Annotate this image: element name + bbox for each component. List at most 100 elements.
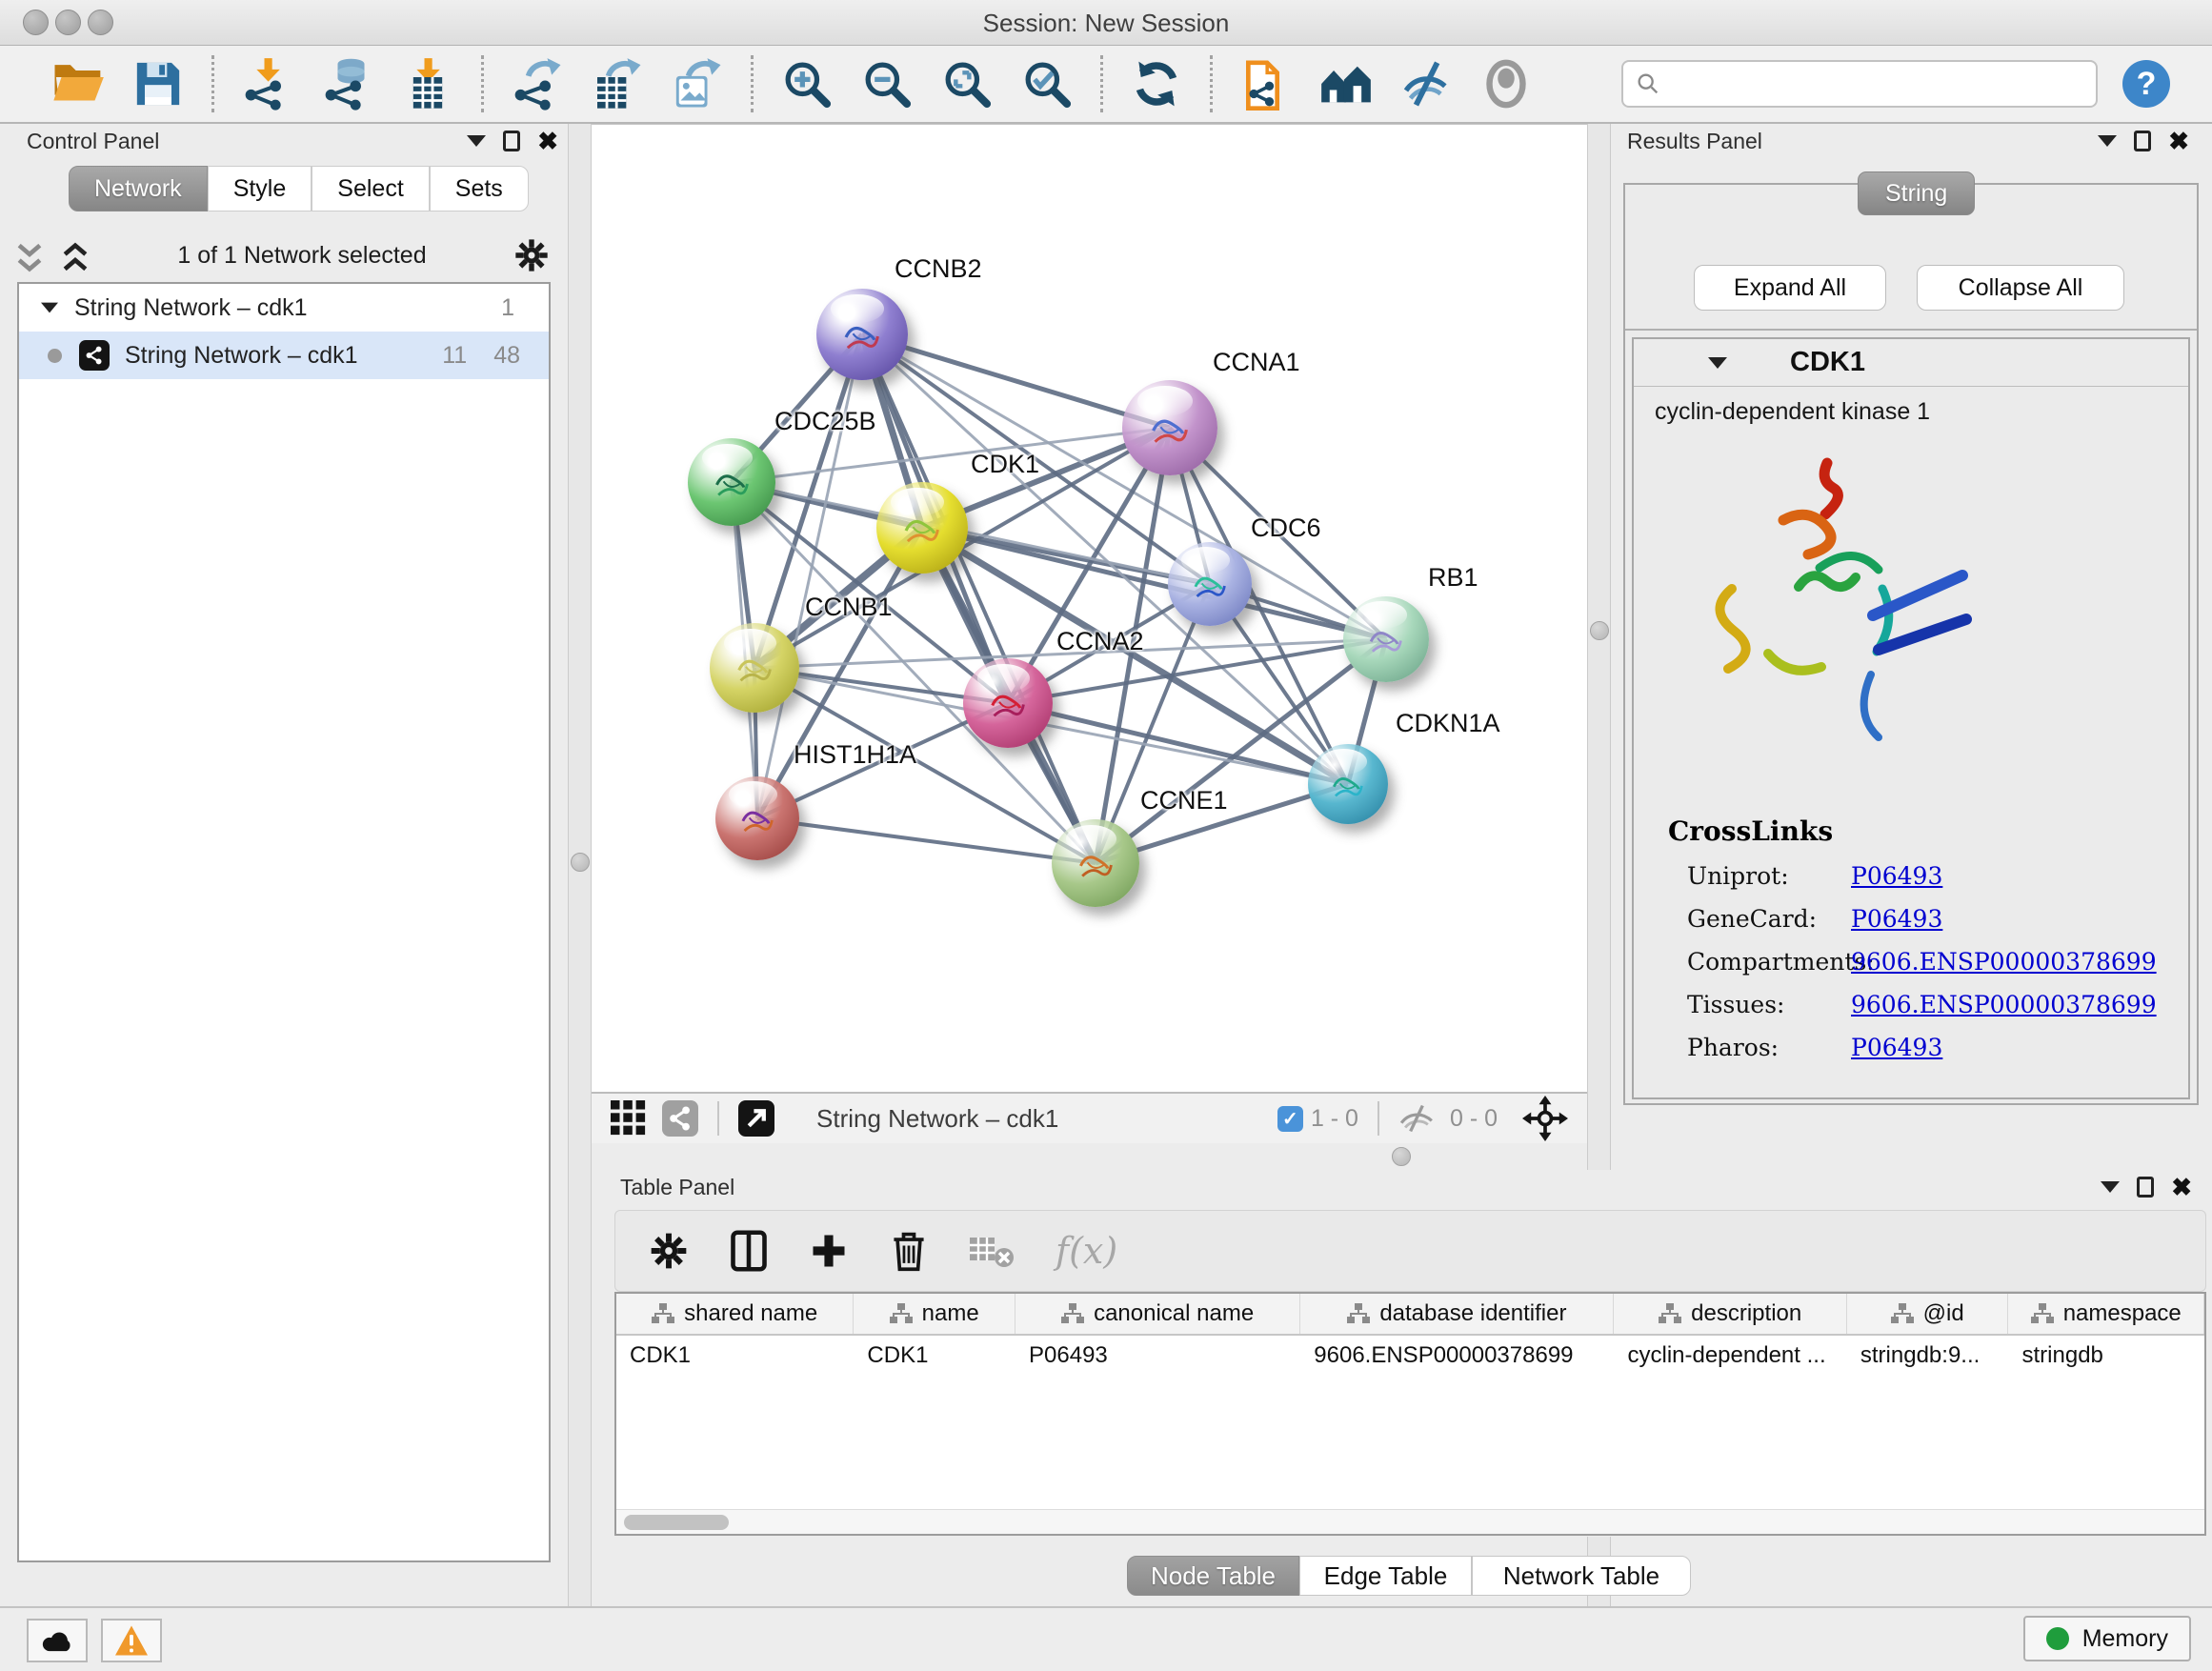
node-entry-header[interactable]: CDK1	[1634, 339, 2188, 387]
column-header-canonical-name[interactable]: canonical name	[1016, 1294, 1300, 1334]
import-network-database-icon[interactable]	[321, 57, 374, 111]
warnings-button[interactable]	[101, 1619, 162, 1662]
crosslink-link[interactable]: 9606.ENSP00000378699	[1851, 948, 2157, 976]
collapse-panel-icon[interactable]	[467, 135, 486, 147]
network-node-CDC25B[interactable]	[688, 438, 775, 526]
network-node-CDC6[interactable]	[1168, 542, 1252, 626]
table-tabs: Node TableEdge TableNetwork Table	[0, 1556, 2212, 1596]
float-results-icon[interactable]	[2134, 131, 2151, 151]
network-options-gear-icon[interactable]	[513, 236, 551, 274]
crosslink-link[interactable]: P06493	[1851, 1034, 1942, 1061]
tab-network-table[interactable]: Network Table	[1472, 1556, 1691, 1596]
string-eye-settings-icon[interactable]	[1399, 57, 1453, 111]
column-header-shared-name[interactable]: shared name	[616, 1294, 854, 1334]
close-table-icon[interactable]: ✖	[2171, 1175, 2192, 1199]
network-node-CCNB2[interactable]	[816, 289, 908, 380]
left-splitter-handle[interactable]	[571, 853, 590, 872]
birds-eye-view-icon[interactable]	[611, 1100, 647, 1137]
zoom-fit-icon[interactable]	[940, 57, 994, 111]
network-node-CDK1[interactable]	[876, 482, 968, 574]
close-results-icon[interactable]: ✖	[2168, 129, 2189, 153]
table-toolbar: f(x)	[614, 1210, 2206, 1292]
left-splitter[interactable]	[568, 124, 592, 1606]
table-horizontal-scrollbar[interactable]	[616, 1509, 2204, 1534]
tab-edge-table[interactable]: Edge Table	[1299, 1556, 1472, 1596]
tab-node-table[interactable]: Node Table	[1127, 1556, 1299, 1596]
horizontal-splitter-handle[interactable]	[1392, 1147, 1411, 1166]
collapse-all-button[interactable]: Collapse All	[1917, 265, 2124, 311]
network-node-CCNA1[interactable]	[1122, 380, 1217, 475]
collapse-table-icon[interactable]	[2101, 1181, 2120, 1193]
network-collection-row[interactable]: String Network – cdk1 1	[19, 284, 549, 332]
tab-style[interactable]: Style	[208, 166, 312, 211]
entry-expand-icon[interactable]	[1708, 357, 1727, 369]
refresh-icon[interactable]	[1130, 57, 1183, 111]
network-node-HIST1H1A[interactable]	[715, 776, 799, 860]
tab-network[interactable]: Network	[69, 166, 208, 211]
column-header-database-identifier[interactable]: database identifier	[1300, 1294, 1614, 1334]
column-header-namespace[interactable]: namespace	[2008, 1294, 2204, 1334]
control-panel-title: Control Panel	[27, 129, 159, 154]
string-sites-icon[interactable]	[1319, 57, 1373, 111]
network-row-selected[interactable]: String Network – cdk1 11 48	[19, 332, 549, 379]
table-cell: stringdb	[2009, 1336, 2205, 1376]
open-session-icon[interactable]	[51, 57, 105, 111]
export-table-icon[interactable]	[591, 57, 644, 111]
delete-column-icon[interactable]	[888, 1230, 930, 1272]
column-header-description[interactable]: description	[1614, 1294, 1846, 1334]
main-toolbar: ?	[0, 46, 2212, 124]
expand-all-button[interactable]: Expand All	[1694, 265, 1886, 311]
search-box[interactable]	[1621, 60, 2098, 108]
network-overview-share-icon[interactable]	[662, 1100, 698, 1137]
collection-expand-icon[interactable]	[41, 303, 58, 313]
fit-content-crosshair-icon[interactable]	[1522, 1096, 1568, 1141]
cytoscape-window: Session: New Session ? Control Panel ✖ N…	[0, 0, 2212, 1671]
network-node-CCNB1[interactable]	[710, 623, 799, 713]
memory-button[interactable]: Memory	[2023, 1616, 2191, 1661]
tab-sets[interactable]: Sets	[430, 166, 529, 211]
crosslink-row: GeneCard: P06493	[1687, 905, 2188, 933]
zoom-out-icon[interactable]	[860, 57, 914, 111]
results-panel: Results Panel ✖ String Expand All Collap…	[1612, 124, 2212, 1168]
network-canvas[interactable]: CCNB2 CCNA1 CDC25B CDK1 CDC6 RB1	[592, 124, 1587, 1092]
right-splitter-handle[interactable]	[1590, 621, 1609, 640]
cloud-sync-button[interactable]	[27, 1619, 88, 1662]
selected-checkbox-icon[interactable]: ✓	[1277, 1106, 1303, 1132]
crosslink-link[interactable]: 9606.ENSP00000378699	[1851, 991, 2157, 1018]
collapse-results-icon[interactable]	[2098, 135, 2117, 147]
zoom-in-icon[interactable]	[780, 57, 834, 111]
string-hide-results-icon[interactable]	[1479, 57, 1533, 111]
network-tree: String Network – cdk1 1 String Network –…	[17, 282, 551, 1562]
crosslink-label: GeneCard:	[1687, 905, 1851, 933]
tab-string[interactable]: String	[1858, 171, 1975, 215]
table-settings-gear-icon[interactable]	[648, 1230, 690, 1272]
string-document-icon[interactable]	[1239, 57, 1293, 111]
crosslink-link[interactable]: P06493	[1851, 862, 1942, 890]
network-node-CCNE1[interactable]	[1052, 819, 1139, 907]
export-view-icon[interactable]	[738, 1100, 774, 1137]
scrollbar-thumb[interactable]	[624, 1515, 729, 1530]
float-panel-icon[interactable]	[503, 131, 520, 151]
export-network-icon[interactable]	[511, 57, 564, 111]
float-table-icon[interactable]	[2137, 1177, 2154, 1198]
network-node-CDKN1A[interactable]	[1308, 744, 1388, 824]
import-network-file-icon[interactable]	[241, 57, 294, 111]
import-table-icon[interactable]	[401, 57, 454, 111]
add-column-icon[interactable]	[808, 1230, 850, 1272]
zoom-selected-icon[interactable]	[1020, 57, 1074, 111]
search-input[interactable]	[1669, 70, 2084, 98]
crosslink-link[interactable]: P06493	[1851, 905, 1942, 933]
column-header-@id[interactable]: @id	[1847, 1294, 2009, 1334]
network-node-RB1[interactable]	[1343, 596, 1429, 682]
column-header-name[interactable]: name	[854, 1294, 1016, 1334]
expand-all-networks-icon[interactable]	[59, 241, 91, 270]
table-row[interactable]: CDK1CDK1P064939606.ENSP00000378699cyclin…	[616, 1336, 2204, 1376]
export-image-icon[interactable]	[671, 57, 724, 111]
network-node-CCNA2[interactable]	[963, 658, 1053, 748]
show-columns-icon[interactable]	[728, 1230, 770, 1272]
save-session-icon[interactable]	[131, 57, 185, 111]
help-button[interactable]: ?	[2122, 60, 2170, 108]
collapse-all-networks-icon[interactable]	[13, 241, 46, 270]
tab-select[interactable]: Select	[312, 166, 429, 211]
close-panel-icon[interactable]: ✖	[537, 129, 558, 153]
